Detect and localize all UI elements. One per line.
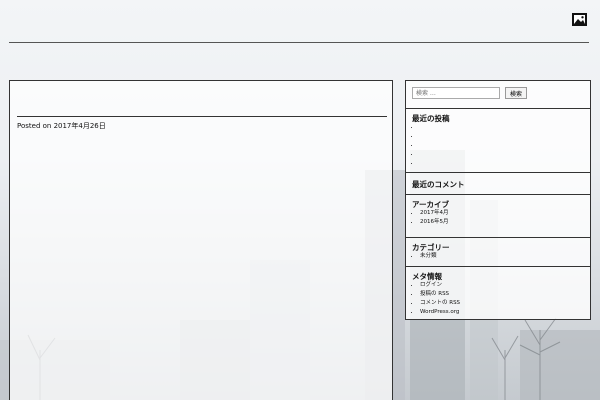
archive-item[interactable]: 2016年5月 — [420, 218, 449, 227]
meta-item[interactable]: 投稿の RSS — [420, 290, 460, 299]
post-title-divider — [17, 116, 387, 117]
archive-link[interactable]: 2017年4月 — [420, 210, 449, 216]
archive-link[interactable]: 2016年5月 — [420, 219, 449, 225]
archive-item[interactable]: 2017年4月 — [420, 209, 449, 218]
widget-archives: アーカイブ 2017年4月 2016年5月 — [406, 194, 590, 238]
widget-categories: カテゴリー 未分類 — [406, 237, 590, 267]
entries-rss-link[interactable]: 投稿の RSS — [420, 291, 449, 297]
widget-title-recent-comments: 最近のコメント — [412, 180, 465, 189]
meta-list: ログイン 投稿の RSS コメントの RSS WordPress.org — [412, 281, 460, 317]
meta-item[interactable]: WordPress.org — [420, 308, 460, 317]
search-input[interactable] — [412, 87, 500, 99]
archives-list: 2017年4月 2016年5月 — [412, 209, 449, 227]
meta-item[interactable]: コメントの RSS — [420, 299, 460, 308]
post-article: Posted on 2017年4月26日 — [9, 80, 393, 400]
search-button[interactable]: 検索 — [505, 87, 527, 99]
widget-recent-comments: 最近のコメント — [406, 172, 590, 195]
widget-recent-posts: 最近の投稿 — [406, 108, 590, 173]
categories-list: 未分類 — [412, 252, 437, 261]
comments-rss-link[interactable]: コメントの RSS — [420, 300, 460, 306]
wordpress-org-link[interactable]: WordPress.org — [420, 309, 459, 315]
post-body — [17, 167, 387, 175]
site-header — [9, 8, 589, 43]
post-date[interactable]: Posted on 2017年4月26日 — [17, 121, 106, 131]
category-link[interactable]: 未分類 — [420, 253, 437, 259]
meta-item[interactable]: ログイン — [420, 281, 460, 290]
recent-posts-list — [412, 123, 420, 168]
sidebar: 検索 最近の投稿 最近のコメント アーカイブ 2017年4月 2016年5月 カ… — [405, 80, 591, 320]
widget-meta: メタ情報 ログイン 投稿の RSS コメントの RSS WordPress.or… — [406, 266, 590, 319]
login-link[interactable]: ログイン — [420, 282, 442, 288]
image-icon[interactable] — [572, 13, 587, 26]
category-item[interactable]: 未分類 — [420, 252, 437, 261]
